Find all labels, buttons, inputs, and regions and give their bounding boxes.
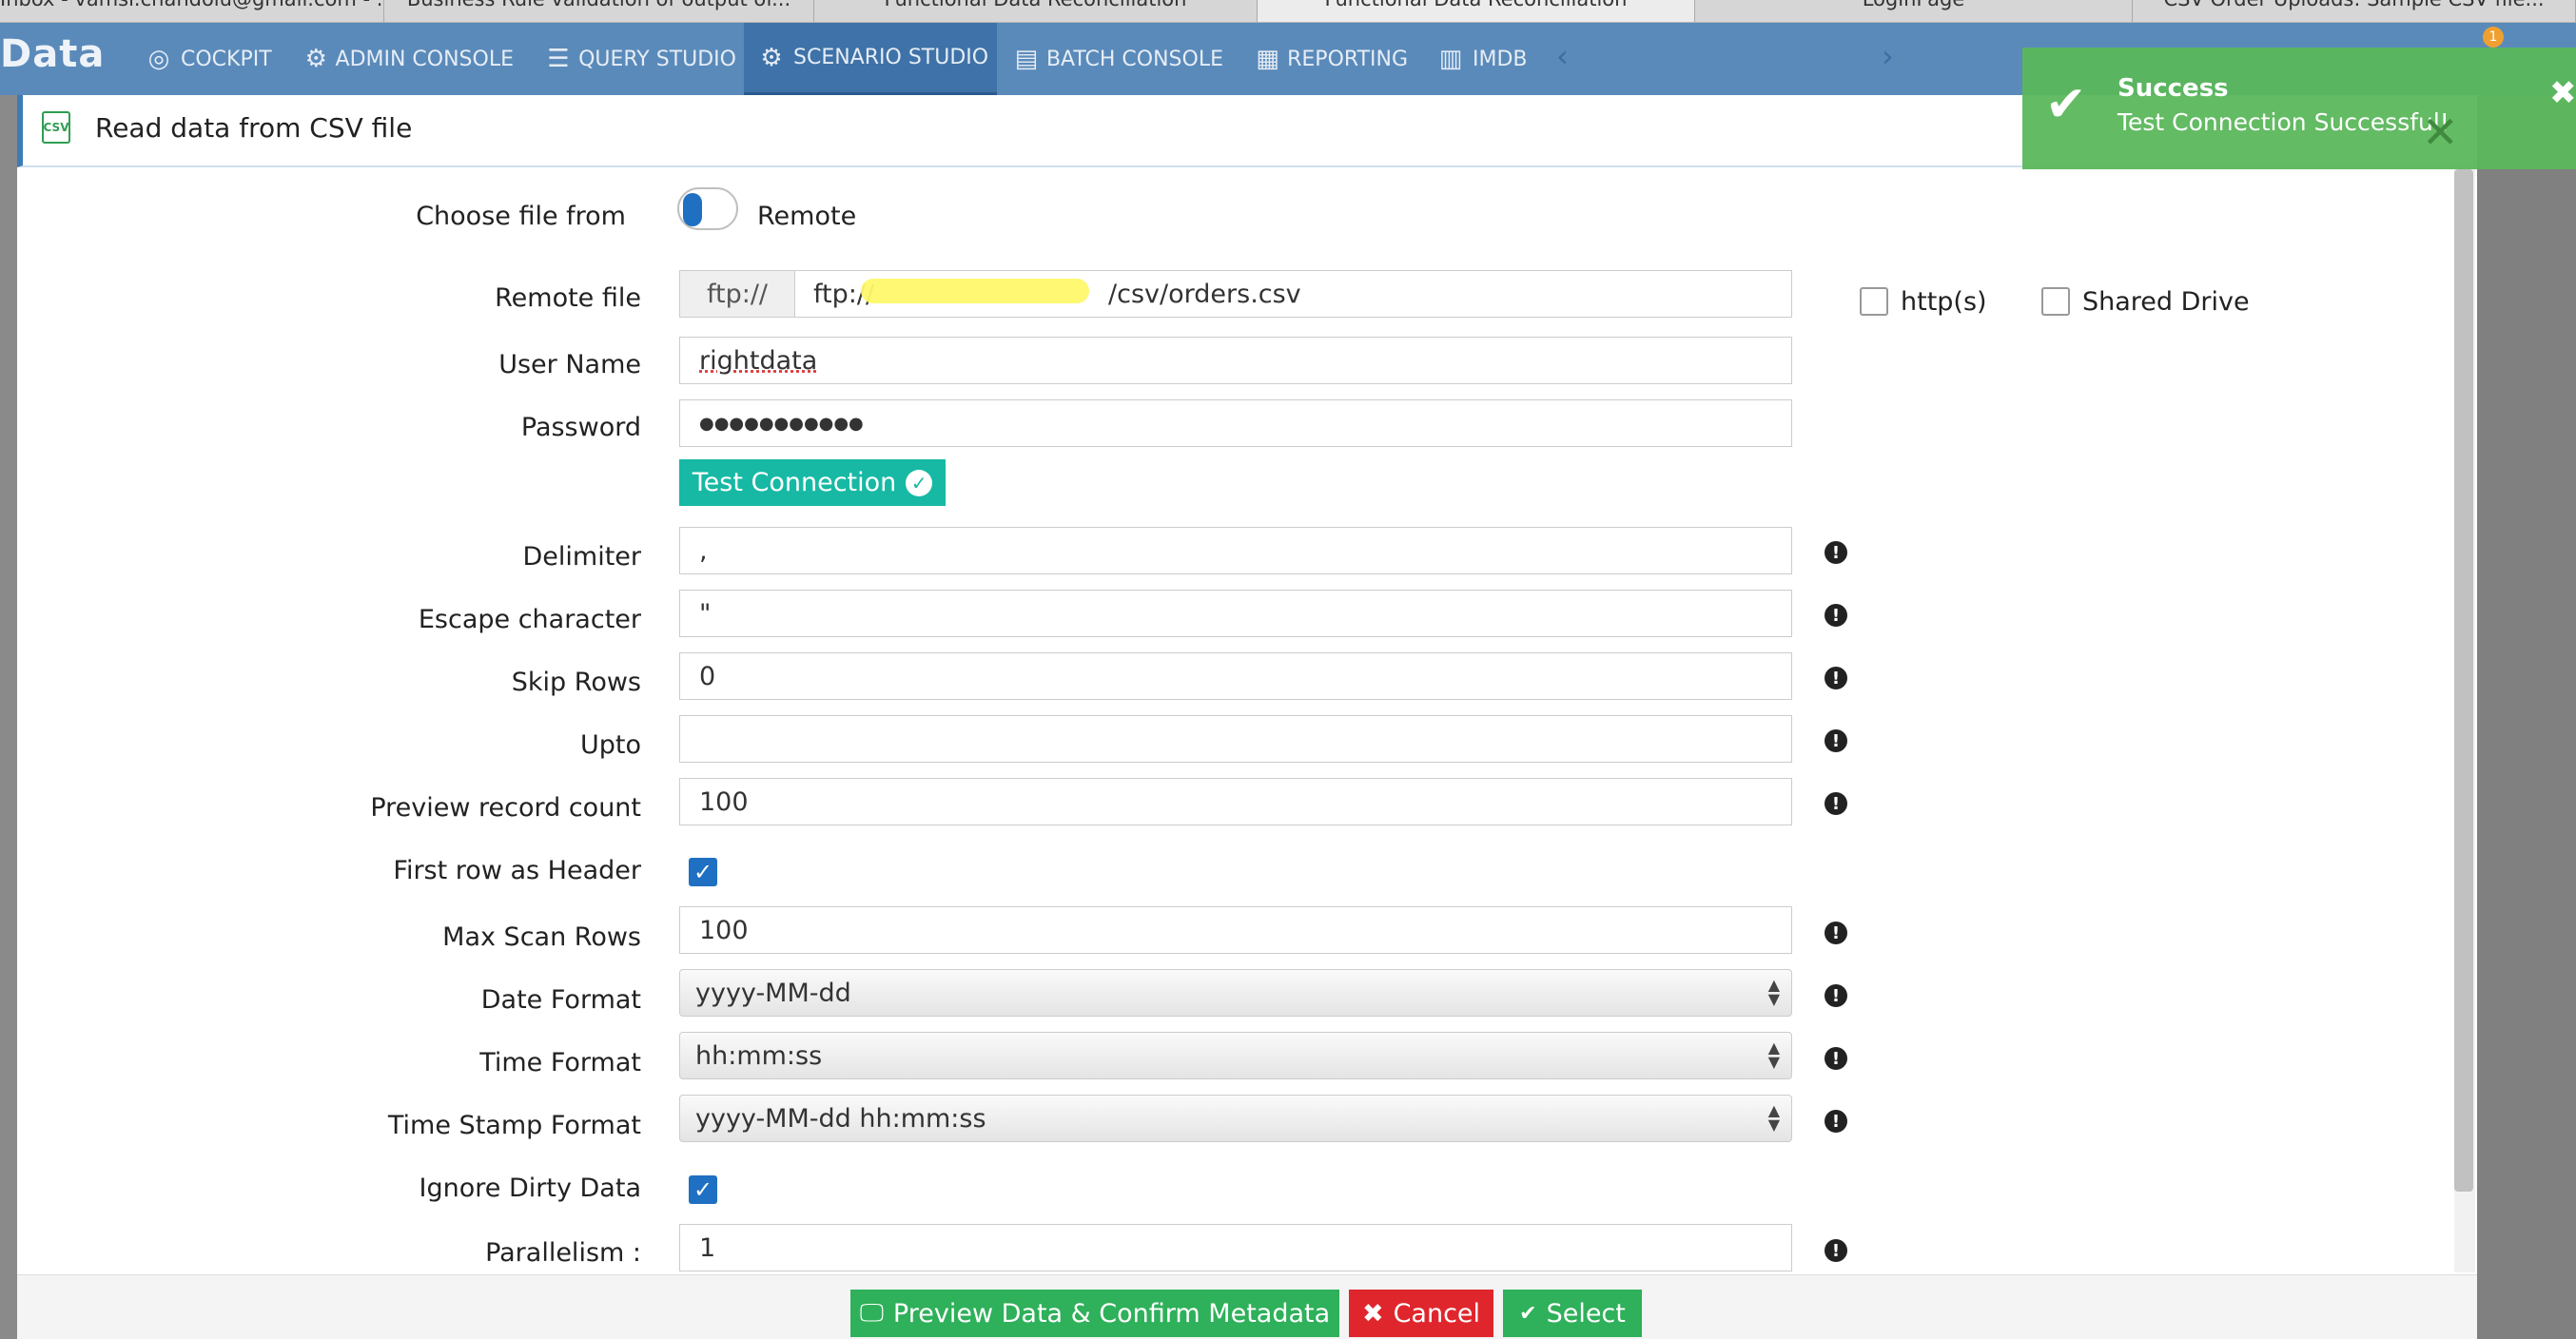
max-scan-rows-label: Max Scan Rows: [442, 922, 641, 952]
password-input[interactable]: ●●●●●●●●●●●: [679, 399, 1792, 447]
browser-tab[interactable]: CSV Order Uploads: Sample CSV file...: [2133, 0, 2576, 22]
delimiter-input[interactable]: ,: [679, 527, 1792, 574]
cancel-button[interactable]: ✖ Cancel: [1349, 1290, 1493, 1337]
nav-item-batch-console[interactable]: ▤ BATCH CONSOLE: [1014, 23, 1223, 95]
nav-scroll-right-icon[interactable]: ›: [1882, 38, 1894, 74]
browser-tab[interactable]: Functional Data Reconciliation: [814, 0, 1258, 22]
protocol-prefix: ftp://: [679, 270, 795, 318]
date-format-select[interactable]: yyyy-MM-dd ▲ ▼: [679, 969, 1792, 1017]
close-icon[interactable]: ✕: [2422, 107, 2459, 158]
background-page: [0, 95, 17, 1339]
info-icon[interactable]: !: [1825, 541, 1847, 564]
info-icon[interactable]: !: [1825, 922, 1847, 944]
check-circle-icon: ✔: [1519, 1301, 1537, 1326]
first-row-header-checkbox[interactable]: ✓: [689, 858, 717, 886]
info-icon[interactable]: !: [1825, 984, 1847, 1007]
toast-close-icon[interactable]: ✖: [2549, 74, 2576, 112]
monitor-icon: 🖵: [859, 1298, 884, 1328]
https-label: http(s): [1901, 287, 1987, 317]
select-arrows-icon: ▲ ▼: [1767, 1038, 1780, 1071]
info-icon[interactable]: !: [1825, 1110, 1847, 1133]
csv-file-icon: CSV: [42, 111, 70, 144]
batch-icon: ▤: [1014, 45, 1039, 73]
delimiter-label: Delimiter: [522, 542, 641, 572]
escape-character-label: Escape character: [418, 605, 641, 634]
parallelism-input[interactable]: 1: [679, 1224, 1792, 1271]
redaction-highlight: [861, 279, 1089, 303]
cockpit-icon: ◎: [147, 45, 170, 73]
upto-input[interactable]: [679, 715, 1792, 763]
escape-character-input[interactable]: ": [679, 590, 1792, 637]
preview-record-count-input[interactable]: 100: [679, 778, 1792, 825]
choose-file-label: Choose file from: [416, 202, 626, 231]
select-arrows-icon: ▲ ▼: [1767, 1101, 1780, 1134]
info-icon[interactable]: !: [1825, 1047, 1847, 1070]
password-label: Password: [520, 413, 641, 442]
time-format-select[interactable]: hh:mm:ss ▲ ▼: [679, 1032, 1792, 1079]
scenario-icon: ⚙: [760, 43, 783, 72]
nav-scroll-left-icon[interactable]: ‹: [1556, 38, 1569, 74]
imdb-icon: ▥: [1438, 45, 1463, 73]
select-arrows-icon: ▲ ▼: [1767, 976, 1780, 1008]
test-connection-button[interactable]: Test Connection ✓: [679, 459, 946, 506]
info-icon[interactable]: !: [1825, 604, 1847, 627]
nav-item-reporting[interactable]: ▦ REPORTING: [1256, 23, 1408, 95]
nav-item-cockpit[interactable]: ◎ COCKPIT: [145, 23, 274, 95]
skip-rows-input[interactable]: 0: [679, 652, 1792, 700]
close-icon: ✖: [1361, 1298, 1384, 1329]
checkmark-icon: ✔: [2045, 76, 2087, 133]
upto-label: Upto: [579, 730, 641, 760]
https-checkbox[interactable]: [1860, 287, 1888, 316]
background-page-right: [2475, 95, 2576, 1339]
ignore-dirty-data-label: Ignore Dirty Data: [419, 1174, 641, 1203]
preview-record-count-label: Preview record count: [370, 793, 641, 823]
browser-tab[interactable]: LoginPage: [1695, 0, 2133, 22]
first-row-header-label: First row as Header: [393, 856, 641, 885]
browser-tab-active[interactable]: Functional Data Reconciliation: [1258, 0, 1695, 22]
check-circle-icon: ✓: [906, 469, 933, 496]
shared-drive-label: Shared Drive: [2082, 287, 2250, 317]
max-scan-rows-input[interactable]: 100: [679, 906, 1792, 954]
time-format-label: Time Format: [479, 1048, 641, 1077]
database-icon: ☰: [547, 45, 570, 73]
remote-local-toggle[interactable]: [677, 187, 738, 230]
skip-rows-label: Skip Rows: [511, 668, 641, 697]
remote-file-label: Remote file: [495, 283, 641, 313]
nav-item-scenario-studio[interactable]: ⚙ SCENARIO STUDIO: [744, 23, 997, 95]
info-icon[interactable]: !: [1825, 792, 1847, 815]
report-icon: ▦: [1256, 45, 1279, 73]
nav-item-imdb[interactable]: ▥ IMDB: [1436, 23, 1532, 95]
timestamp-format-select[interactable]: yyyy-MM-dd hh:mm:ss ▲ ▼: [679, 1095, 1792, 1142]
toast-title: Success: [2117, 74, 2229, 103]
notification-badge[interactable]: 1: [2483, 27, 2504, 48]
dialog-title: Read data from CSV file: [95, 112, 413, 144]
browser-tab-strip: Inbox - vamsi.chandolu@gmail.com - ... B…: [0, 0, 2576, 23]
shared-drive-checkbox[interactable]: [2041, 287, 2070, 316]
nav-item-admin-console[interactable]: ⚙ ADMIN CONSOLE: [304, 23, 514, 95]
info-icon[interactable]: !: [1825, 667, 1847, 689]
remote-file-input[interactable]: ftp:///csv/orders.csv: [679, 270, 1792, 318]
info-icon[interactable]: !: [1825, 1239, 1847, 1262]
app-logo: Data: [0, 32, 106, 76]
scrollbar-thumb[interactable]: [2454, 169, 2473, 1192]
username-input[interactable]: rightdata: [679, 337, 1792, 384]
browser-tab[interactable]: Inbox - vamsi.chandolu@gmail.com - ...: [0, 0, 384, 22]
toggle-value-label: Remote: [757, 202, 857, 231]
nav-item-query-studio[interactable]: ☰ QUERY STUDIO: [546, 23, 736, 95]
parallelism-label: Parallelism :: [485, 1238, 641, 1268]
browser-tab[interactable]: Business Rule validation of output of...: [384, 0, 814, 22]
ignore-dirty-data-checkbox[interactable]: ✓: [689, 1175, 717, 1204]
date-format-label: Date Format: [480, 985, 641, 1015]
username-label: User Name: [498, 350, 641, 379]
select-button[interactable]: ✔ Select: [1503, 1290, 1642, 1337]
info-icon[interactable]: !: [1825, 729, 1847, 752]
toast-message: Test Connection Successful!: [2117, 108, 2449, 136]
timestamp-format-label: Time Stamp Format: [387, 1111, 641, 1140]
preview-data-button[interactable]: 🖵 Preview Data & Confirm Metadata: [850, 1290, 1339, 1337]
gear-icon: ⚙: [304, 45, 327, 73]
